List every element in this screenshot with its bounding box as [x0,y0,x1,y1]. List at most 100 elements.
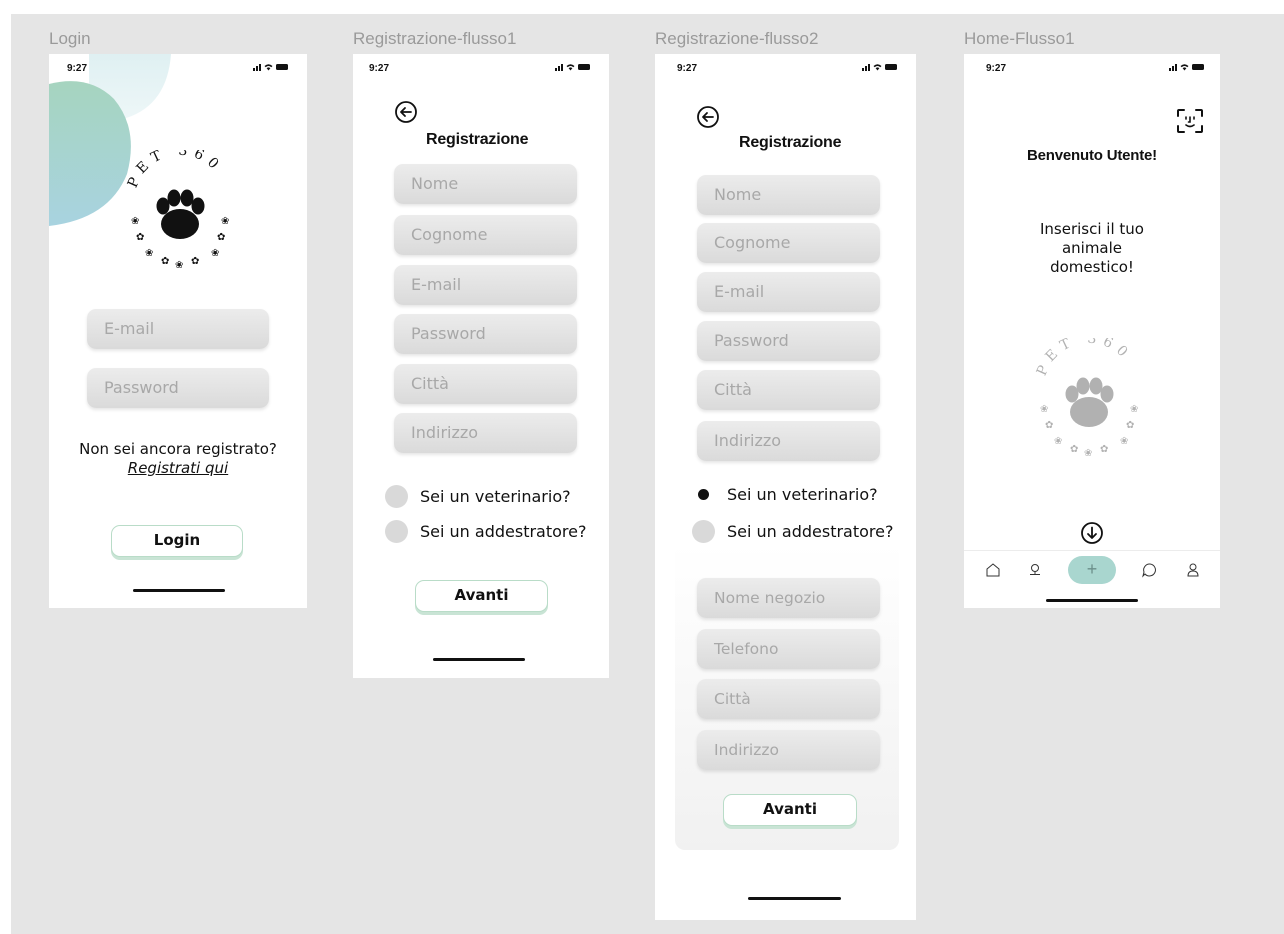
vet-option[interactable]: Sei un veterinario? [385,485,571,508]
battery-icon [885,64,897,70]
svg-text:✿: ✿ [1045,420,1053,431]
password-field[interactable]: Password [394,314,577,354]
next-button[interactable]: Avanti [723,794,857,826]
prompt-line-2: animale [1061,239,1123,257]
status-icons [253,63,288,71]
next-button[interactable]: Avanti [415,580,548,612]
svg-text:❀: ❀ [1040,404,1048,415]
back-arrow-icon[interactable] [696,105,720,129]
vet-radio-checked[interactable] [692,483,715,506]
status-time: 9:27 [677,63,698,74]
registration1-screen: 9:27 Registrazione Nome Cognome E-mail P… [353,54,609,678]
pet360-logo: PET 360 ❀ ❀ ✿ ✿ ❀ ❀ ✿ ❀ ✿ [125,150,230,271]
frame-label-reg2: Registrazione-flusso2 [655,29,819,48]
logo-text: PET 360 [125,150,220,190]
city-field[interactable]: Città [394,364,577,404]
svg-text:❀: ❀ [131,216,139,227]
shop-city-field[interactable]: Città [697,679,880,719]
design-canvas: Login 9:27 PET 360 ❀ ❀ ✿ ✿ ❀ ❀ ✿ ❀ ✿ E-m… [11,14,1284,934]
name-field[interactable]: Nome [394,164,577,204]
trainer-option[interactable]: Sei un addestratore? [692,520,893,543]
password-field[interactable]: Password [87,368,269,408]
trainer-radio[interactable] [385,520,408,543]
name-field[interactable]: Nome [697,175,880,215]
svg-text:✿: ✿ [1070,444,1078,455]
status-icons [1169,63,1204,71]
status-icons [555,63,590,71]
email-field[interactable]: E-mail [87,309,269,349]
signal-icon [862,63,870,71]
address-field[interactable]: Indirizzo [394,413,577,453]
svg-text:PET 360: PET 360 [125,150,226,190]
trainer-option[interactable]: Sei un addestratore? [385,520,586,543]
welcome-title: Benvenuto Utente! [1027,147,1157,164]
home-indicator [433,658,525,661]
signal-icon [1169,63,1177,71]
signal-icon [555,63,563,71]
vet-label: Sei un veterinario? [727,485,878,504]
add-pet-button[interactable]: + [1068,556,1116,584]
svg-text:✿: ✿ [136,232,144,243]
svg-text:✿: ✿ [161,256,169,267]
status-icons [862,63,897,71]
battery-icon [276,64,288,70]
status-time: 9:27 [986,63,1007,74]
svg-text:❀: ❀ [1130,404,1138,415]
logo-text: PET 360 [1034,338,1129,378]
svg-text:✿: ✿ [1126,420,1134,431]
home-indicator [1046,599,1138,602]
surname-field[interactable]: Cognome [394,215,577,255]
screen-title: Registrazione [426,131,529,148]
screen-title: Registrazione [739,134,842,151]
password-field[interactable]: Password [697,321,880,361]
svg-text:❀: ❀ [221,216,229,227]
profile-icon[interactable] [1184,561,1202,579]
wifi-icon [566,64,575,71]
trainer-radio[interactable] [692,520,715,543]
city-field[interactable]: Città [697,370,880,410]
home-screen: 9:27 Benvenuto Utente! Inserisci il tuo … [964,54,1220,608]
svg-text:✿: ✿ [1100,444,1108,455]
wifi-icon [264,64,273,71]
phone-field[interactable]: Telefono [697,629,880,669]
add-pet-prompt: Inserisci il tuo animale domestico! [964,220,1220,277]
not-registered-text: Non sei ancora registrato? [79,440,277,458]
svg-text:❀: ❀ [1120,436,1128,447]
signal-icon [253,63,261,71]
register-link[interactable]: Registrati qui [49,459,307,477]
frame-label-home: Home-Flusso1 [964,29,1075,48]
prompt-line-1: Inserisci il tuo [1040,220,1144,238]
home-icon[interactable] [984,561,1002,579]
svg-text:❀: ❀ [1054,436,1062,447]
vet-option[interactable]: Sei un veterinario? [692,483,878,506]
home-indicator [133,589,225,592]
prompt-line-3: domestico! [1050,258,1134,276]
address-field[interactable]: Indirizzo [697,421,880,461]
trainer-label: Sei un addestratore? [727,522,894,541]
map-pin-icon[interactable] [1026,561,1044,579]
shop-name-field[interactable]: Nome negozio [697,578,880,618]
surname-field[interactable]: Cognome [697,223,880,263]
vet-radio[interactable] [385,485,408,508]
pet360-logo-faded: PET 360 ❀ ❀ ✿ ✿ ❀ ❀ ✿ ❀ ✿ [1034,338,1139,459]
arrow-down-circle-icon[interactable] [1080,521,1104,545]
home-indicator [748,897,841,900]
svg-text:❀: ❀ [175,260,183,271]
wifi-icon [873,64,882,71]
status-time: 9:27 [369,63,390,74]
vet-label: Sei un veterinario? [420,487,571,506]
email-field[interactable]: E-mail [394,265,577,305]
svg-text:❀: ❀ [1084,448,1092,459]
svg-text:❀: ❀ [145,248,153,259]
shop-address-field[interactable]: Indirizzo [697,730,880,770]
back-arrow-icon[interactable] [394,100,418,124]
battery-icon [1192,64,1204,70]
registration2-screen: 9:27 Registrazione Nome Cognome E-mail P… [655,54,916,920]
chat-icon[interactable] [1140,561,1158,579]
trainer-label: Sei un addestratore? [420,522,587,541]
email-field[interactable]: E-mail [697,272,880,312]
svg-text:PET 360: PET 360 [1034,338,1135,378]
face-id-icon[interactable] [1176,108,1204,134]
svg-text:❀: ❀ [211,248,219,259]
login-button[interactable]: Login [111,525,243,557]
